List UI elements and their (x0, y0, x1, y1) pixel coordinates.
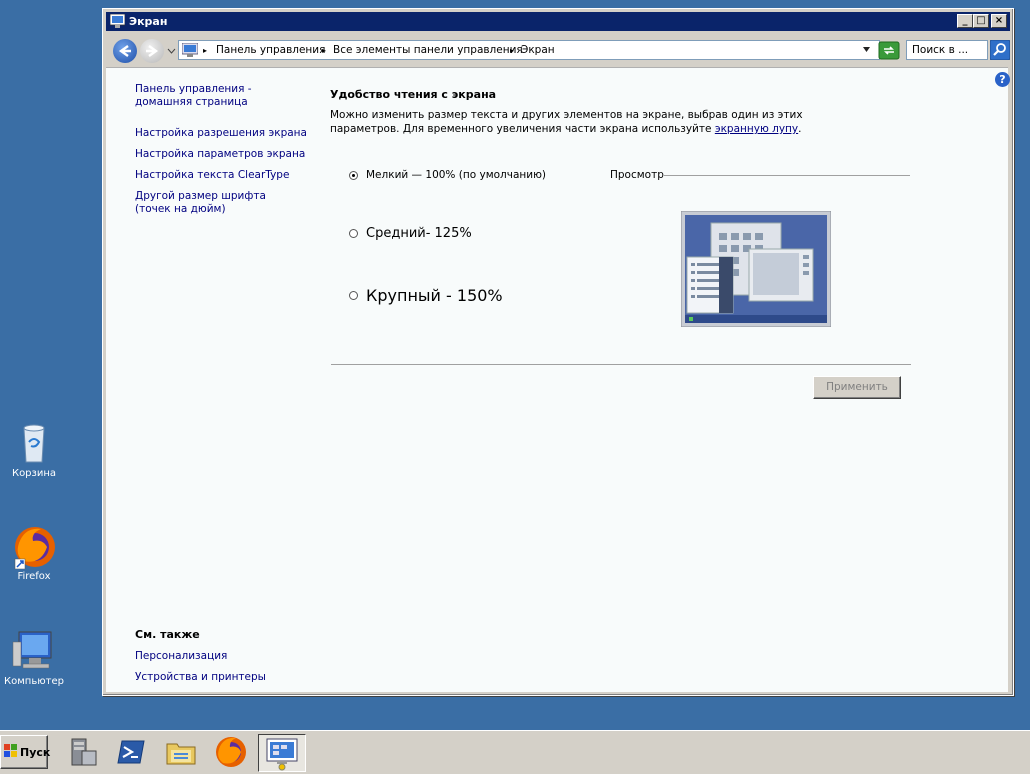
preview-label: Просмотр (610, 169, 664, 181)
desktop-icon-recycle-bin[interactable]: Корзина (0, 420, 68, 479)
server-manager-icon[interactable] (66, 735, 100, 769)
display-icon (109, 13, 126, 28)
page-description: Можно изменить размер текста и других эл… (330, 108, 870, 136)
windows-logo-icon (4, 744, 18, 760)
radio-large[interactable] (349, 291, 358, 300)
sidebar-item-dpi[interactable]: Другой размер шрифта (точек на дюйм) (135, 190, 300, 216)
display-window: Экран _ □ × ▸ Панель управления ▸ Все эл… (102, 8, 1014, 696)
back-arrow-icon (118, 45, 131, 57)
powershell-icon[interactable] (114, 735, 148, 769)
see-also-devices-printers[interactable]: Устройства и принтеры (135, 671, 266, 683)
search-icon (989, 39, 1011, 61)
title-bar[interactable]: Экран _ □ × (106, 12, 1010, 31)
address-field[interactable]: ▸ Панель управления ▸ Все элементы панел… (178, 40, 880, 60)
radio-medium[interactable] (349, 229, 358, 238)
start-button[interactable]: Пуск (0, 735, 51, 769)
breadcrumb-display[interactable]: Экран (521, 44, 555, 56)
control-panel-icon (181, 42, 199, 60)
desktop-icon-label: Компьютер (4, 676, 64, 687)
search-input[interactable]: Поиск в ... (906, 40, 988, 60)
address-dropdown-icon[interactable] (862, 45, 871, 57)
option-large-label: Крупный - 150% (366, 286, 503, 305)
display-settings-icon (266, 738, 298, 771)
preview-image (680, 210, 832, 328)
breadcrumb-control-panel[interactable]: Панель управления (216, 44, 325, 56)
refresh-button[interactable] (878, 41, 900, 60)
help-icon[interactable]: ? (995, 72, 1010, 87)
option-small[interactable]: Мелкий — 100% (по умолчанию) (349, 169, 546, 181)
forward-button[interactable] (140, 39, 164, 63)
magnifier-link[interactable]: экранную лупу (715, 123, 798, 135)
sidebar-item-display-settings[interactable]: Настройка параметров экрана (135, 148, 305, 160)
history-dropdown-icon[interactable] (167, 45, 176, 58)
desktop-icon-label: Firefox (17, 571, 51, 582)
sidebar-item-resolution[interactable]: Настройка разрешения экрана (135, 127, 307, 139)
description-end: . (798, 123, 802, 135)
address-bar: ▸ Панель управления ▸ Все элементы панел… (106, 33, 1011, 67)
window-title: Экран (129, 15, 168, 28)
sidebar-home-link[interactable]: Панель управления - домашняя страница (135, 83, 305, 109)
search-button[interactable] (989, 39, 1011, 61)
section-divider (331, 364, 911, 365)
content-pane: ? Панель управления - домашняя страница … (106, 67, 1010, 692)
apply-button[interactable]: Применить (813, 376, 901, 399)
refresh-icon (878, 41, 900, 60)
forward-arrow-icon (146, 45, 159, 57)
display-taskbar-button[interactable] (258, 734, 306, 772)
desktop-icon-label: Корзина (11, 468, 57, 479)
desktop-icon-computer[interactable]: Компьютер (0, 628, 68, 687)
maximize-button[interactable]: □ (973, 14, 989, 28)
breadcrumb-all-items[interactable]: Все элементы панели управления (333, 44, 523, 56)
breadcrumb-separator-icon[interactable]: ▸ (203, 44, 207, 56)
radio-small[interactable] (349, 170, 358, 180)
preview-divider (664, 175, 910, 176)
file-explorer-icon[interactable] (164, 735, 198, 769)
back-button[interactable] (113, 39, 137, 63)
sidebar-item-cleartype[interactable]: Настройка текста ClearType (135, 169, 289, 181)
taskbar: Пуск (0, 730, 1030, 774)
computer-icon (12, 628, 54, 674)
page-title: Удобство чтения с экрана (330, 88, 497, 101)
option-medium-label: Средний- 125% (366, 226, 472, 241)
start-label: Пуск (20, 745, 51, 759)
see-also-personalization[interactable]: Персонализация (135, 650, 227, 662)
minimize-button[interactable]: _ (957, 14, 973, 28)
option-small-label: Мелкий — 100% (по умолчанию) (366, 169, 547, 181)
firefox-taskbar-icon[interactable] (214, 735, 248, 769)
recycle-bin-icon (14, 420, 54, 466)
firefox-icon (14, 523, 55, 570)
option-medium[interactable]: Средний- 125% (349, 226, 472, 241)
desktop-icon-firefox[interactable]: Firefox (0, 523, 68, 582)
option-large[interactable]: Крупный - 150% (349, 286, 503, 305)
close-button[interactable]: × (991, 14, 1007, 28)
breadcrumb-separator-icon[interactable]: ▸ (322, 44, 326, 56)
see-also-title: См. также (135, 628, 200, 641)
breadcrumb-separator-icon[interactable]: ▸ (510, 44, 514, 56)
